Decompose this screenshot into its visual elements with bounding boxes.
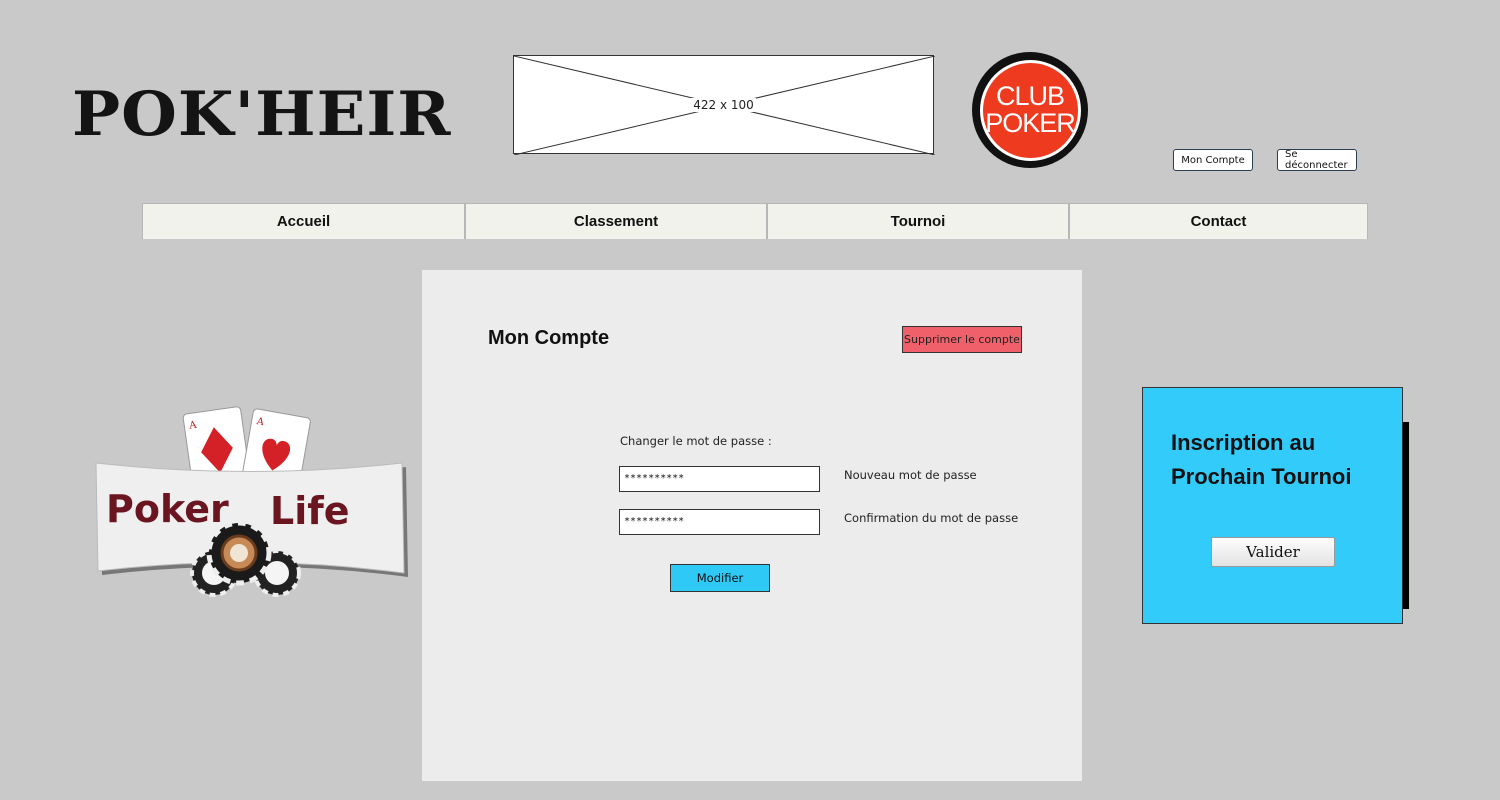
validate-button[interactable]: Valider: [1211, 537, 1335, 567]
page-title: Mon Compte: [488, 327, 610, 349]
poker-life-logo: A A Poker Life: [95, 406, 408, 597]
nav-item-tournoi[interactable]: Tournoi: [767, 203, 1069, 239]
club-poker-logo[interactable]: CLUB POKER: [972, 52, 1088, 168]
site-logo[interactable]: POK'HEIR: [72, 81, 451, 149]
poker-life-word2: Life: [270, 489, 350, 533]
confirm-password-label: Confirmation du mot de passe: [844, 511, 1019, 525]
account-button[interactable]: Mon Compte: [1173, 149, 1253, 171]
tournament-signup-card: Inscription au Prochain Tournoi Valider: [1142, 387, 1403, 624]
delete-account-button[interactable]: Supprimer le compte: [902, 326, 1022, 353]
banner-image-placeholder: 422 x 100: [513, 55, 935, 155]
modify-button[interactable]: Modifier: [670, 564, 770, 592]
new-password-label: Nouveau mot de passe: [844, 468, 977, 482]
confirm-password-input[interactable]: **********: [619, 509, 820, 535]
poker-life-word1: Poker: [106, 487, 229, 531]
main-nav: Accueil Classement Tournoi Contact: [142, 203, 1368, 239]
tournament-card-title: Inscription au Prochain Tournoi: [1171, 430, 1352, 489]
nav-item-contact[interactable]: Contact: [1069, 203, 1368, 239]
club-logo-line2: POKER: [985, 108, 1076, 138]
banner-size-label: 422 x 100: [691, 98, 756, 112]
new-password-input[interactable]: **********: [619, 466, 820, 492]
logout-button[interactable]: Se déconnecter: [1277, 149, 1357, 171]
club-logo-line1: CLUB: [995, 81, 1065, 111]
nav-item-classement[interactable]: Classement: [465, 203, 767, 239]
nav-item-accueil[interactable]: Accueil: [142, 203, 465, 239]
change-password-heading: Changer le mot de passe :: [620, 434, 772, 448]
